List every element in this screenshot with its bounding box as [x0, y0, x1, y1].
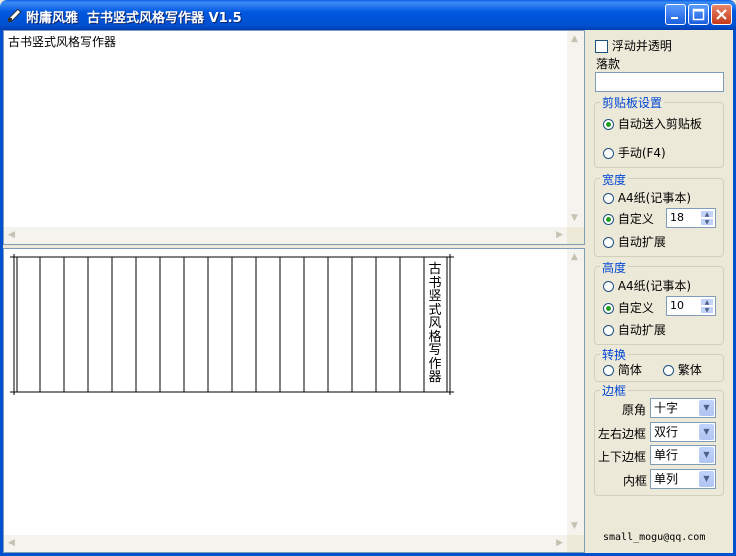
app-brush-icon [8, 8, 22, 22]
width-auto-radio[interactable] [603, 237, 614, 248]
clipboard-auto-option[interactable]: 自动送入剪贴板 [603, 115, 702, 132]
convert-traditional-label: 繁体 [677, 363, 702, 377]
corner-style-label: 原角 [622, 403, 647, 417]
preview-vertical-text: 古书竖式风格写作器 [428, 262, 442, 385]
width-spinner[interactable]: ▲ ▼ [700, 210, 714, 226]
spin-up-icon[interactable]: ▲ [700, 298, 714, 306]
inner-frame-value: 单列 [654, 472, 679, 486]
width-custom-label: 自定义 [617, 212, 654, 226]
height-custom-option[interactable]: 自定义 [603, 299, 654, 316]
height-spinner[interactable]: ▲ ▼ [700, 298, 714, 314]
inner-frame-select[interactable]: 单列 ▼ [650, 469, 716, 489]
chevron-down-icon[interactable]: ▼ [699, 471, 714, 487]
float-transparent-option[interactable]: 浮动并透明 [595, 37, 672, 54]
close-icon [716, 9, 727, 20]
convert-traditional-option[interactable]: 繁体 [663, 361, 702, 378]
close-button[interactable] [711, 4, 732, 25]
lr-border-value: 双行 [654, 425, 679, 439]
clipboard-group-title: 剪贴板设置 [600, 94, 665, 111]
convert-simplified-option[interactable]: 简体 [603, 361, 642, 378]
signature-label: 落款 [596, 57, 621, 71]
scroll-left-icon[interactable]: ◀ [8, 231, 15, 240]
title-bar[interactable]: 附庸风雅 古书竖式风格写作器 V1.5 [0, 0, 736, 30]
scroll-right-icon[interactable]: ▶ [556, 539, 563, 548]
preview-vertical-scrollbar[interactable]: ▲ ▼ [567, 249, 584, 535]
scroll-up-icon[interactable]: ▲ [571, 35, 578, 44]
width-a4-option[interactable]: A4纸(记事本) [603, 189, 691, 206]
inner-frame-label: 内框 [623, 474, 648, 488]
width-custom-value[interactable]: 18 [670, 211, 684, 224]
clipboard-auto-radio[interactable] [603, 119, 614, 130]
preview-horizontal-scrollbar[interactable]: ◀ ▶ [4, 535, 567, 552]
clipboard-manual-radio[interactable] [603, 148, 614, 159]
height-auto-option[interactable]: 自动扩展 [603, 321, 666, 338]
spin-down-icon[interactable]: ▼ [700, 306, 714, 314]
scroll-corner [567, 535, 584, 552]
text-editor[interactable]: 古书竖式风格写作器 ▲ ▼ ◀ ▶ [3, 30, 585, 245]
scroll-left-icon[interactable]: ◀ [8, 539, 15, 548]
tb-border-select[interactable]: 单行 ▼ [650, 445, 716, 465]
scroll-corner [567, 227, 584, 244]
vertical-grid-preview [10, 254, 454, 395]
width-auto-label: 自动扩展 [617, 235, 666, 249]
tb-border-label: 上下边框 [598, 450, 647, 464]
height-custom-value[interactable]: 10 [670, 299, 684, 312]
signature-input[interactable] [595, 72, 724, 92]
width-custom-option[interactable]: 自定义 [603, 210, 654, 227]
height-auto-label: 自动扩展 [617, 323, 666, 337]
height-auto-radio[interactable] [603, 325, 614, 336]
author-email: small_mogu@qq.com [603, 532, 706, 543]
float-transparent-checkbox[interactable] [595, 40, 608, 53]
clipboard-manual-label: 手动(F4) [617, 146, 666, 160]
height-custom-radio[interactable] [603, 303, 614, 314]
height-custom-input[interactable]: 10 ▲ ▼ [666, 296, 716, 316]
corner-style-select[interactable]: 十字 ▼ [650, 398, 716, 418]
height-a4-option[interactable]: A4纸(记事本) [603, 277, 691, 294]
spin-down-icon[interactable]: ▼ [700, 218, 714, 226]
minimize-button[interactable] [665, 4, 686, 25]
convert-traditional-radio[interactable] [663, 365, 674, 376]
width-auto-option[interactable]: 自动扩展 [603, 233, 666, 250]
maximize-icon [692, 8, 705, 21]
minimize-icon [671, 17, 678, 19]
chevron-down-icon[interactable]: ▼ [699, 400, 714, 416]
clipboard-auto-label: 自动送入剪贴板 [617, 117, 702, 131]
scroll-up-icon[interactable]: ▲ [571, 253, 578, 262]
spin-up-icon[interactable]: ▲ [700, 210, 714, 218]
editor-vertical-scrollbar[interactable]: ▲ ▼ [567, 31, 584, 227]
editor-horizontal-scrollbar[interactable]: ◀ ▶ [4, 227, 567, 244]
chevron-down-icon[interactable]: ▼ [699, 424, 714, 440]
maximize-button[interactable] [688, 4, 709, 25]
scroll-down-icon[interactable]: ▼ [571, 522, 578, 531]
window-title: 附庸风雅 古书竖式风格写作器 V1.5 [26, 11, 242, 26]
height-a4-radio[interactable] [603, 281, 614, 292]
width-custom-input[interactable]: 18 ▲ ▼ [666, 208, 716, 228]
preview-pane[interactable]: 古书竖式风格写作器 ▲ ▼ ◀ ▶ [3, 248, 585, 553]
border-group-title: 边框 [600, 382, 629, 399]
width-custom-radio[interactable] [603, 214, 614, 225]
clipboard-manual-option[interactable]: 手动(F4) [603, 144, 666, 161]
editor-content[interactable]: 古书竖式风格写作器 [8, 33, 116, 50]
convert-simplified-radio[interactable] [603, 365, 614, 376]
height-group-title: 高度 [600, 259, 629, 276]
scroll-right-icon[interactable]: ▶ [556, 231, 563, 240]
width-a4-radio[interactable] [603, 193, 614, 204]
scroll-down-icon[interactable]: ▼ [571, 214, 578, 223]
lr-border-select[interactable]: 双行 ▼ [650, 422, 716, 442]
lr-border-label: 左右边框 [598, 427, 647, 441]
width-a4-label: A4纸(记事本) [617, 191, 692, 205]
height-custom-label: 自定义 [617, 301, 654, 315]
float-transparent-label: 浮动并透明 [611, 39, 672, 53]
height-a4-label: A4纸(记事本) [617, 279, 692, 293]
convert-simplified-label: 简体 [617, 363, 642, 377]
chevron-down-icon[interactable]: ▼ [699, 447, 714, 463]
tb-border-value: 单行 [654, 448, 679, 462]
corner-style-value: 十字 [654, 401, 679, 415]
width-group-title: 宽度 [600, 171, 629, 188]
